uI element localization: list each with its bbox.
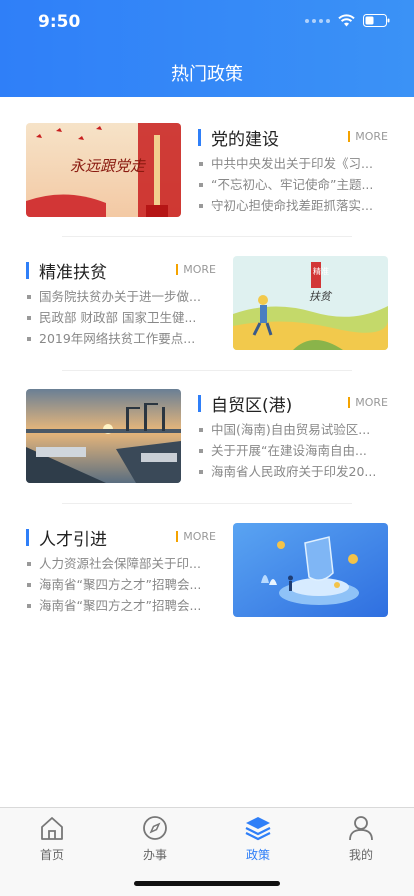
poverty-image-text-top: 精准: [313, 266, 329, 276]
list-item[interactable]: 国务院扶贫办关于进一步做...: [26, 286, 216, 307]
compass-icon: [143, 816, 167, 840]
list-item[interactable]: 人力资源社会保障部关于印...: [26, 553, 216, 574]
free-trade-zone-info: 自贸区(港) MORE 中国(海南)自由贸易试验区... 关于开展“在建设海南自…: [198, 389, 388, 485]
tab-label: 我的: [348, 848, 373, 862]
status-time: 9:50: [38, 12, 81, 32]
party-building-image-text: 永远跟党走: [70, 157, 146, 175]
list-item[interactable]: 海南省人民政府关于印发20...: [198, 461, 388, 482]
home-indicator[interactable]: [134, 881, 280, 886]
list-item[interactable]: 2019年网络扶贫工作要点...: [26, 328, 216, 349]
party-building-info: 党的建设 MORE 中共中央发出关于印发《习... “不忘初心、牢记使命”主题.…: [198, 123, 388, 219]
section-title: 人才引进: [39, 530, 107, 550]
policy-card-poverty-alleviation[interactable]: 精准扶贫 MORE 国务院扶贫办关于进一步做... 民政部 财政部 国家卫生健.…: [26, 256, 388, 352]
divider: [62, 503, 352, 504]
talent-introduction-info: 人才引进 MORE 人力资源社会保障部关于印... 海南省“聚四方之才”招聘会.…: [26, 523, 216, 619]
section-accent-bar: [198, 129, 201, 146]
news-list: 国务院扶贫办关于进一步做... 民政部 财政部 国家卫生健... 2019年网络…: [26, 286, 216, 349]
list-item[interactable]: 守初心担使命找差距抓落实...: [198, 195, 388, 216]
policy-list: 永远跟党走 党的建设 MORE 中共中央发出关于印发《习... “不忘初心、牢记…: [0, 97, 414, 807]
policy-card-talent-introduction[interactable]: 人才引进 MORE 人力资源社会保障部关于印... 海南省“聚四方之才”招聘会.…: [26, 523, 388, 619]
list-item[interactable]: 海南省“聚四方之才”招聘会...: [26, 595, 216, 616]
divider: [62, 236, 352, 237]
tab-mine[interactable]: 我的: [321, 814, 401, 863]
battery-icon: [363, 14, 390, 27]
layers-icon: [245, 817, 271, 841]
more-link[interactable]: MORE: [176, 264, 216, 275]
list-item[interactable]: 海南省“聚四方之才”招聘会...: [26, 574, 216, 595]
poverty-image-text-bottom: 扶贫: [309, 290, 333, 303]
free-trade-zone-image: [26, 389, 181, 483]
wifi-icon: [338, 14, 355, 27]
poverty-alleviation-info: 精准扶贫 MORE 国务院扶贫办关于进一步做... 民政部 财政部 国家卫生健.…: [26, 256, 216, 352]
news-list: 中国(海南)自由贸易试验区... 关于开展“在建设海南自由... 海南省人民政府…: [198, 419, 388, 482]
tab-label: 首页: [39, 848, 64, 862]
talent-introduction-image: [233, 523, 388, 617]
user-icon: [349, 816, 373, 841]
home-icon: [41, 817, 63, 840]
section-title: 精准扶贫: [39, 263, 107, 283]
more-link[interactable]: MORE: [348, 131, 388, 142]
page-title: 热门政策: [171, 64, 243, 85]
section-title: 自贸区(港): [211, 396, 293, 416]
more-link[interactable]: MORE: [176, 531, 216, 542]
section-title: 党的建设: [211, 130, 279, 150]
section-accent-bar: [198, 395, 201, 412]
list-item[interactable]: “不忘初心、牢记使命”主题...: [198, 174, 388, 195]
status-indicators: [305, 14, 390, 27]
list-item[interactable]: 关于开展“在建设海南自由...: [198, 440, 388, 461]
section-accent-bar: [26, 529, 29, 546]
policy-card-free-trade-zone[interactable]: 自贸区(港) MORE 中国(海南)自由贸易试验区... 关于开展“在建设海南自…: [26, 389, 388, 485]
list-item[interactable]: 民政部 财政部 国家卫生健...: [26, 307, 216, 328]
tab-policy[interactable]: 政策: [218, 814, 298, 863]
news-list: 中共中央发出关于印发《习... “不忘初心、牢记使命”主题... 守初心担使命找…: [198, 153, 388, 216]
tab-services[interactable]: 办事: [115, 814, 195, 863]
party-building-image: 永远跟党走: [26, 123, 181, 217]
header: 9:50 热门政策: [0, 0, 414, 97]
tab-label: 办事: [142, 848, 167, 862]
poverty-alleviation-image: 精准 扶贫: [233, 256, 388, 350]
signal-icon: [305, 18, 330, 23]
tab-label: 政策: [245, 848, 270, 862]
list-item[interactable]: 中共中央发出关于印发《习...: [198, 153, 388, 174]
divider: [62, 370, 352, 371]
news-list: 人力资源社会保障部关于印... 海南省“聚四方之才”招聘会... 海南省“聚四方…: [26, 553, 216, 616]
policy-card-party-building[interactable]: 永远跟党走 党的建设 MORE 中共中央发出关于印发《习... “不忘初心、牢记…: [26, 123, 388, 219]
tab-home[interactable]: 首页: [12, 814, 92, 863]
section-accent-bar: [26, 262, 29, 279]
more-link[interactable]: MORE: [348, 397, 388, 408]
list-item[interactable]: 中国(海南)自由贸易试验区...: [198, 419, 388, 440]
